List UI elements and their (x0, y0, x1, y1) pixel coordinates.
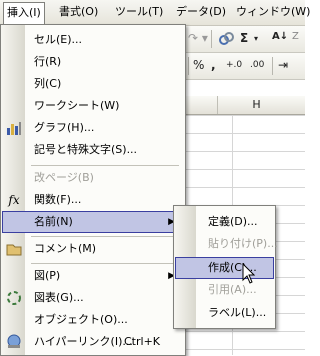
comma-style-icon[interactable]: , (211, 58, 216, 72)
menu-item-label: グラフ(H)... (34, 121, 95, 134)
toolbar-separator (272, 57, 273, 75)
menu-item-label: 名前(N) (34, 215, 73, 228)
menu-item-picture[interactable]: 図(P) ▶ (2, 265, 183, 287)
menu-item-page-break: 改ページ(B) (2, 167, 183, 189)
mouse-cursor-icon (242, 262, 256, 288)
menu-bar: 挿入(I) 書式(O) ツール(T) データ(D) ウィンドウ(W) (0, 0, 310, 26)
menu-item-columns[interactable]: 列(C) (2, 73, 183, 95)
decrease-decimal-icon[interactable]: .00 (250, 60, 264, 70)
menu-item-label: 関数(F)... (34, 193, 82, 206)
menu-insert[interactable]: 挿入(I) (3, 2, 45, 24)
menu-item-label: 定義(D)... (208, 215, 258, 228)
submenu-item-apply: 引用(A)... (175, 279, 274, 301)
sort-descending-icon[interactable]: Z (292, 31, 299, 42)
redo-icon[interactable]: ↷ ▾ (188, 31, 208, 45)
menu-item-label: 貼り付け(P)... (208, 237, 278, 250)
increase-decimal-icon[interactable]: +.0 (226, 60, 242, 70)
menu-item-label: ハイパーリンク(I)... (34, 335, 133, 348)
menu-item-label: 改ページ(B) (34, 171, 94, 184)
column-header-h[interactable]: H (217, 96, 295, 114)
menu-item-name[interactable]: 名前(N) ▶ (2, 211, 183, 233)
menu-item-label: 列(C) (34, 77, 62, 90)
menu-item-label: オブジェクト(O)... (34, 313, 128, 326)
menu-item-label: ワークシート(W) (34, 99, 120, 112)
menu-tools[interactable]: ツール(T) (112, 3, 166, 21)
percent-style-icon[interactable]: % (193, 58, 204, 72)
submenu-item-create[interactable]: 作成(C)... (175, 257, 274, 279)
menu-item-function[interactable]: fx 関数(F)... (2, 189, 183, 211)
menu-item-label: 図(P) (34, 269, 61, 282)
menu-item-hyperlink[interactable]: ハイパーリンク(I)... Ctrl+K (2, 331, 183, 353)
sort-ascending-icon[interactable]: A↓ (272, 31, 288, 42)
toolbar-separator (211, 30, 212, 48)
menu-item-object[interactable]: オブジェクト(O)... (2, 309, 183, 331)
insert-menu: セル(E)... 行(R) 列(C) ワークシート(W) グラフ(H)... 記… (0, 24, 186, 356)
autosum-dropdown-icon[interactable]: ▾ (254, 34, 258, 43)
menu-item-label: 図表(G)... (34, 291, 84, 304)
menu-item-chart[interactable]: グラフ(H)... (2, 117, 183, 139)
submenu-item-label[interactable]: ラベル(L)... (175, 302, 274, 324)
menu-item-diagram[interactable]: 図表(G)... (2, 287, 183, 309)
menu-item-rows[interactable]: 行(R) (2, 51, 183, 73)
shortcut-label: Ctrl+K (124, 335, 161, 348)
menu-item-symbol[interactable]: 記号と特殊文字(S)... (2, 139, 183, 161)
menu-separator (31, 263, 179, 264)
menu-item-label: コメント(M) (34, 242, 97, 255)
diagram-icon (6, 290, 22, 306)
menu-item-label: 記号と特殊文字(S)... (34, 143, 138, 156)
menu-item-worksheet[interactable]: ワークシート(W) (2, 95, 183, 117)
menu-item-label: ラベル(L)... (208, 306, 267, 319)
comment-icon (6, 241, 22, 257)
menu-item-label: セル(E)... (34, 33, 83, 46)
function-icon: fx (8, 193, 20, 207)
menu-separator (31, 236, 179, 237)
toolbar-separator (188, 57, 189, 75)
name-submenu: 定義(D)... 貼り付け(P)... 作成(C)... 引用(A)... ラベ… (173, 205, 278, 329)
menu-item-label: 行(R) (34, 55, 62, 68)
menu-separator (31, 165, 179, 166)
menu-item-comment[interactable]: コメント(M) (2, 238, 183, 260)
menu-item-cells[interactable]: セル(E)... (2, 29, 183, 51)
menu-data[interactable]: データ(D) (173, 3, 229, 21)
hyperlink-toolbar-icon[interactable] (218, 31, 234, 50)
autosum-icon[interactable]: Σ (240, 31, 248, 45)
chart-icon (6, 120, 22, 136)
menu-format[interactable]: 書式(O) (56, 3, 101, 21)
menu-window[interactable]: ウィンドウ(W) (233, 3, 313, 21)
submenu-item-define[interactable]: 定義(D)... (175, 211, 274, 233)
indent-icon[interactable]: ⇥ (278, 58, 288, 72)
submenu-item-paste: 貼り付け(P)... (175, 233, 278, 255)
hyperlink-icon (6, 334, 22, 350)
